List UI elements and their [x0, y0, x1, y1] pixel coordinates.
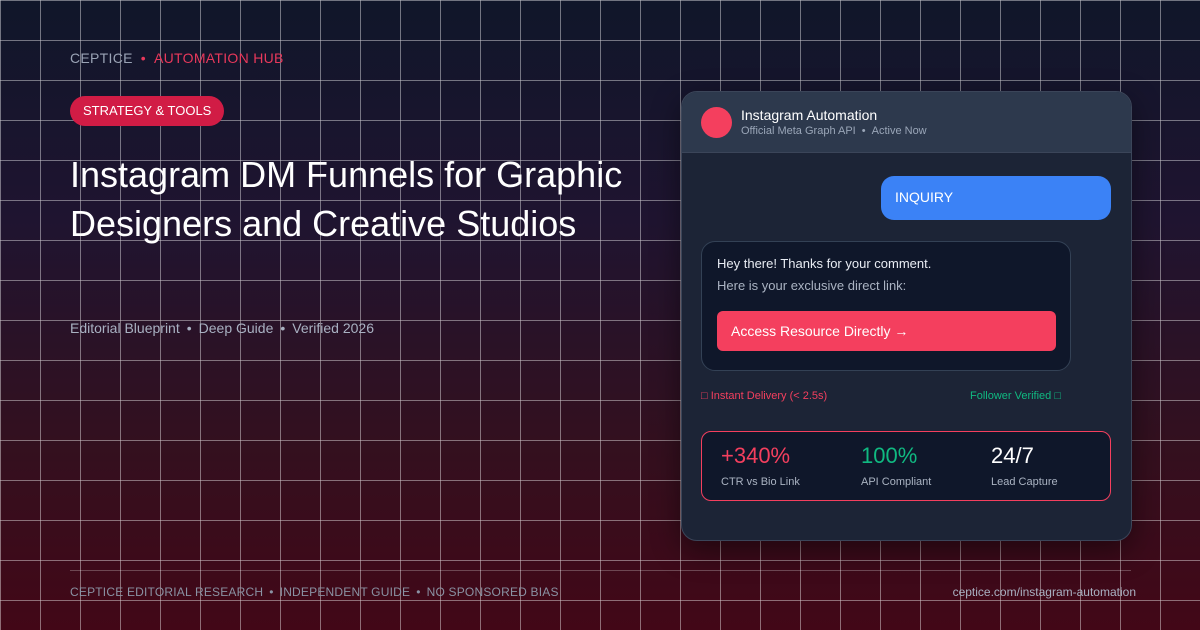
chat-card: Instagram Automation Official Meta Graph…	[681, 91, 1132, 541]
meta-separator: •	[186, 320, 192, 336]
footer-divider	[70, 570, 1131, 571]
meta-row: Editorial Blueprint • Deep Guide • Verified …	[70, 320, 374, 336]
chat-subtitle-status: Active Now	[871, 125, 927, 137]
footer-left: CEPTICE EDITORIAL RESEARCH • INDEPENDENT G…	[70, 585, 559, 599]
avatar	[701, 107, 732, 138]
access-resource-button[interactable]: Access Resource Directly →	[717, 311, 1056, 351]
stat-value: 100%	[861, 443, 918, 468]
stat-lead-capture: 24/7 Lead Capture	[991, 443, 1058, 488]
meta-separator: •	[280, 320, 286, 336]
meta-item-blueprint: Editorial Blueprint	[70, 320, 180, 336]
meta-item-guide: Deep Guide	[198, 320, 274, 336]
chat-subtitle: Official Meta Graph API • Active Now	[741, 125, 927, 137]
brand-section: AUTOMATION HUB	[153, 50, 284, 66]
footer-no-bias: NO SPONSORED BIAS	[426, 585, 559, 599]
instant-delivery-status: □ Instant Delivery (< 2.5s)	[701, 390, 828, 402]
footer-research: CEPTICE EDITORIAL RESEARCH	[70, 585, 264, 599]
stat-value: 24/7	[991, 443, 1034, 468]
category-pill: STRATEGY & TOOLS	[70, 96, 225, 126]
footer-separator: •	[269, 585, 274, 599]
reply-line-2: Here is your exclusive direct link:	[717, 278, 907, 293]
reply-message: Hey there! Thanks for your comment. Here…	[701, 241, 1071, 371]
brand-row: CEPTICE • AUTOMATION HUB	[70, 50, 284, 66]
follower-verified-status: Follower Verified □	[969, 390, 1061, 402]
chat-subtitle-separator: •	[861, 125, 866, 137]
brand-separator: •	[140, 50, 146, 66]
stats-panel: +340% CTR vs Bio Link 100% API Compliant…	[701, 431, 1111, 501]
brand-name: CEPTICE	[70, 50, 133, 66]
stat-label: Lead Capture	[991, 476, 1058, 488]
outgoing-message: INQUIRY	[881, 176, 1111, 220]
stat-label: API Compliant	[861, 476, 932, 488]
stat-value: +340%	[721, 443, 791, 468]
page-title: Instagram DM Funnels for Graphic Designe…	[70, 154, 623, 244]
stat-ctr: +340% CTR vs Bio Link	[721, 443, 800, 488]
footer-separator: •	[416, 585, 421, 599]
footer-url-link[interactable]: ceptice.com/instagram-automation	[953, 585, 1136, 599]
reply-line-1: Hey there! Thanks for your comment.	[717, 256, 932, 271]
footer-independent: INDEPENDENT GUIDE	[279, 585, 411, 599]
chat-title: Instagram Automation	[741, 107, 878, 123]
stat-label: CTR vs Bio Link	[721, 476, 800, 488]
meta-item-verified: Verified 2026	[292, 320, 374, 336]
chat-header: Instagram Automation Official Meta Graph…	[682, 92, 1131, 153]
stat-api: 100% API Compliant	[861, 443, 931, 488]
chat-subtitle-api: Official Meta Graph API	[741, 125, 856, 137]
